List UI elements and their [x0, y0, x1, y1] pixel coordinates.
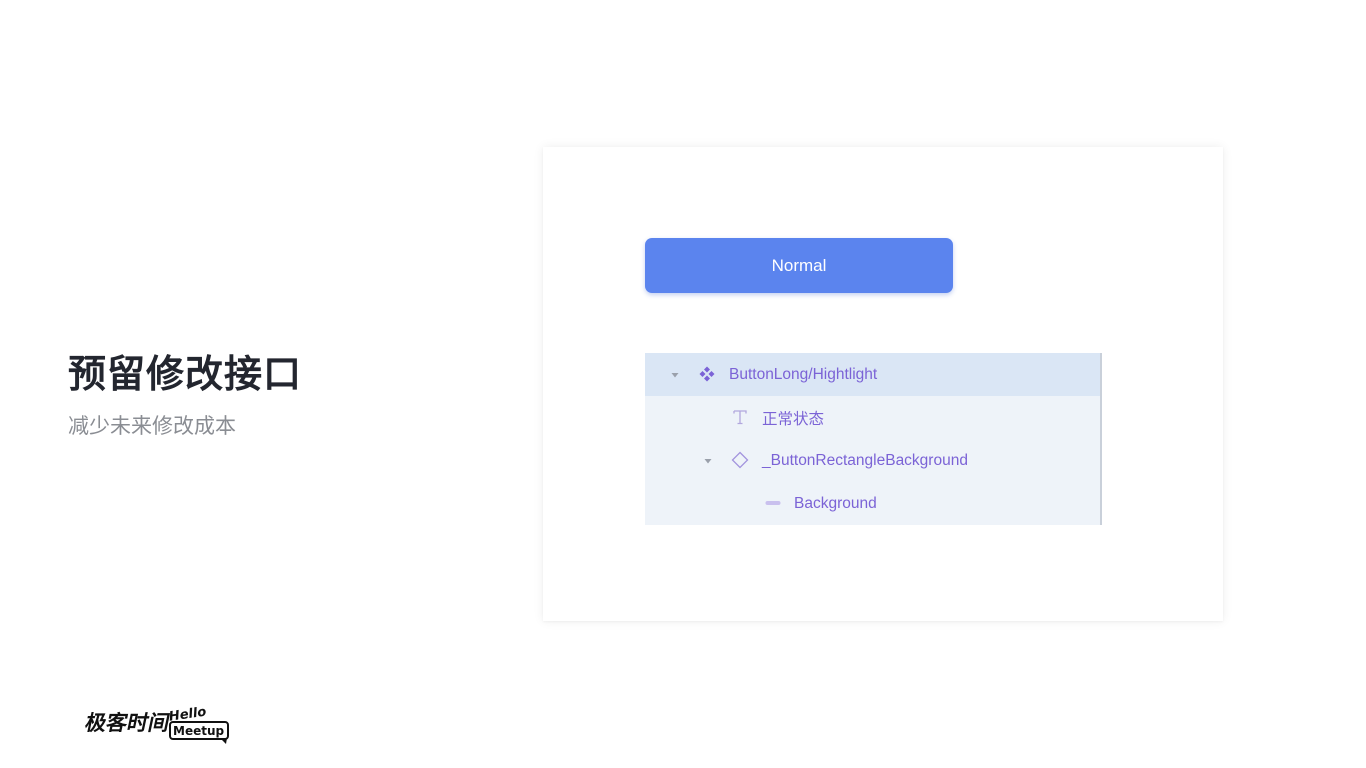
layer-label: 正常状态 — [762, 410, 825, 428]
layer-row-buttonlong[interactable]: ButtonLong/Hightlight — [645, 353, 1100, 396]
rectangle-icon — [764, 494, 782, 512]
caret-down-icon[interactable] — [670, 370, 680, 380]
svg-text:极客时间: 极客时间 — [83, 710, 172, 736]
layer-row-background[interactable]: Background — [645, 482, 1100, 525]
page-subtitle: 减少未来修改成本 — [68, 414, 236, 438]
layer-row-text[interactable]: 正常状态 — [645, 396, 1100, 439]
layer-label: ButtonLong/Hightlight — [729, 365, 878, 383]
layers-panel: ButtonLong/Hightlight 正常状态 _ButtonRectan… — [645, 353, 1102, 525]
footer-logos: 极客时间 Hello Meetup — [82, 702, 242, 746]
instance-icon — [731, 451, 749, 469]
layer-label: _ButtonRectangleBackground — [762, 451, 968, 469]
layer-label: Background — [794, 494, 877, 512]
text-icon — [731, 408, 749, 426]
caret-down-icon[interactable] — [703, 456, 713, 466]
component-icon — [698, 365, 716, 383]
brand-logos: 极客时间 Hello Meetup — [83, 705, 229, 744]
slide: 预留修改接口 减少未来修改成本 Normal ButtonLong/Hightl… — [0, 0, 1366, 768]
geektime-logo: 极客时间 — [83, 710, 172, 736]
svg-text:Meetup: Meetup — [173, 724, 224, 738]
preview-card: Normal ButtonLong/Hightlight 正常状态 _Butto… — [543, 147, 1223, 621]
layer-row-instance[interactable]: _ButtonRectangleBackground — [645, 439, 1100, 482]
normal-button[interactable]: Normal — [645, 238, 953, 293]
hello-meetup-logo: Hello Meetup — [168, 705, 229, 744]
page-title: 预留修改接口 — [68, 352, 303, 396]
